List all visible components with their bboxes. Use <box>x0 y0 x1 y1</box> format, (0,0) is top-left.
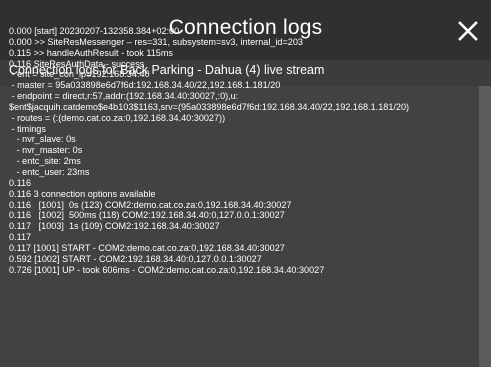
log-line: - endpoint = direct,r:57,addr:(192.168.3… <box>9 91 239 102</box>
log-line: 0.117 [1003] 1s (109) COM2:192.168.34.40… <box>9 221 220 232</box>
log-line: - master = 95a033898e6d7f6d:192.168.34.4… <box>9 80 281 91</box>
log-line: 0.115 >> handleAuthResult - took 115ms <box>9 47 173 58</box>
log-line: - nvr_master: 0s <box>9 145 83 156</box>
log-line: 0.116 3 connection options available <box>9 188 156 199</box>
log-line: 0.000 >> SiteResMessenger – res=331, sub… <box>9 36 303 47</box>
log-line: 0.117 [1001] START - COM2:demo.cat.co.za… <box>9 242 285 253</box>
log-scrollbar-thumb[interactable] <box>479 86 491 367</box>
log-line: - nvr_slave: 0s <box>9 134 76 145</box>
log-line: 0.117 <box>9 232 32 243</box>
connection-logs-dialog: Connection logs Connection logs for Back… <box>0 0 491 367</box>
log-line: 0.116 <box>9 177 32 188</box>
log-line: - routes = (:(demo.cat.co.za:0,192.168.3… <box>9 112 226 123</box>
log-line: $ent$jacquih.catdemo$e4b103$1163,srv=(95… <box>9 101 410 112</box>
log-line: - entc_site: 2ms <box>9 156 81 167</box>
log-line: - ent = site_con_ip=192.168.34.40 <box>9 69 150 80</box>
log-line: 0.116 [1002] 500ms (118) COM2:192.168.34… <box>9 210 285 221</box>
log-line: - timings <box>9 123 46 134</box>
log-scrollbar[interactable] <box>477 86 491 367</box>
log-line: 0.000 [start] 20230207-132358.384+02:00 <box>9 26 180 36</box>
log-line: 0.726 [1001] UP - took 606ms - COM2:demo… <box>9 264 325 275</box>
log-line: - entc_user: 23ms <box>9 166 90 177</box>
log-line: 0.592 [1002] START - COM2:192.168.34.40:… <box>9 253 262 264</box>
log-line: 0.116 SiteResAuthData - success <box>9 58 145 69</box>
log-line: 0.116 [1001] 0s (123) COM2:demo.cat.co.z… <box>9 199 292 210</box>
log-text: 0.000 [start] 20230207-132358.384+02:00 … <box>9 26 475 275</box>
